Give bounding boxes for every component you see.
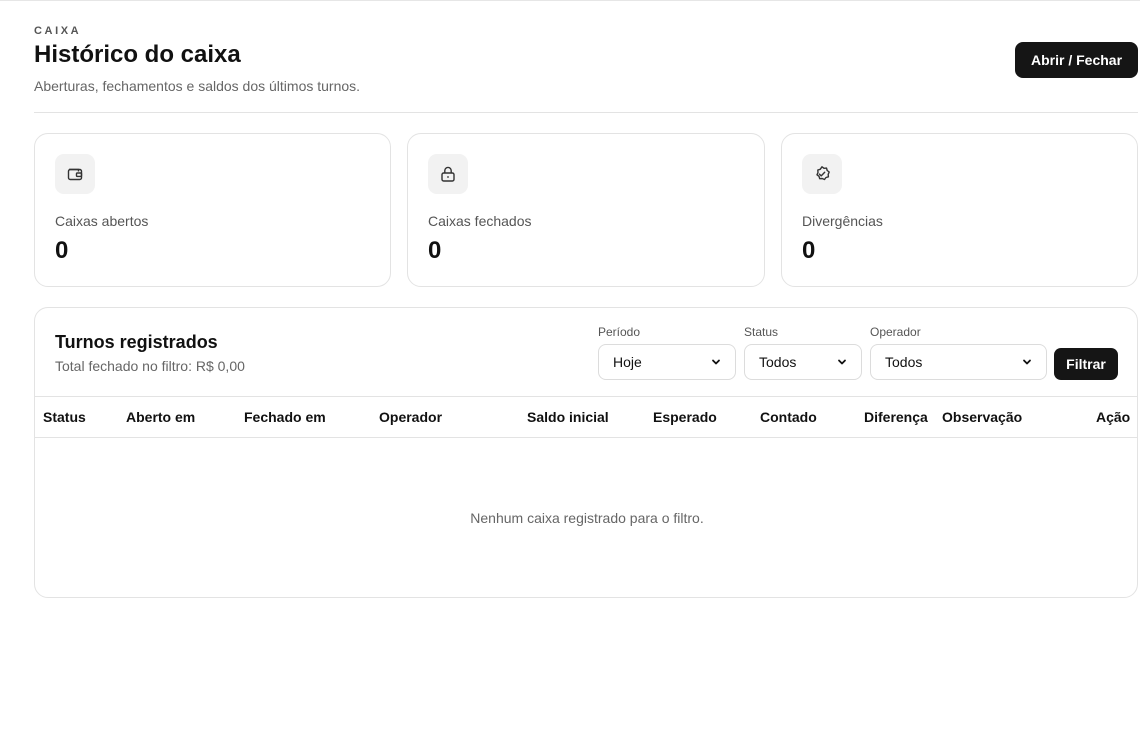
page-title: Histórico do caixa xyxy=(34,41,241,68)
check-badge-icon xyxy=(816,166,830,181)
stat-label: Divergências xyxy=(802,213,883,229)
filter-button[interactable]: Filtrar xyxy=(1054,348,1118,380)
column-header-operator: Operador xyxy=(379,409,443,425)
page-subtitle: Aberturas, fechamentos e saldos dos últi… xyxy=(34,78,361,94)
stat-label: Caixas fechados xyxy=(428,213,532,229)
column-header-status: Status xyxy=(43,409,86,425)
empty-state-message: Nenhum caixa registrado para o filtro. xyxy=(470,510,704,526)
column-header-closed-at: Fechado em xyxy=(244,409,326,425)
stat-icon-container xyxy=(428,154,468,194)
wallet-icon xyxy=(67,168,83,181)
header-divider xyxy=(34,112,1138,113)
stat-card-open: Caixas abertos 0 xyxy=(34,133,391,287)
period-select-value: Hoje xyxy=(613,354,642,370)
stat-icon-container xyxy=(802,154,842,194)
period-select[interactable]: Hoje xyxy=(598,344,736,380)
lock-icon xyxy=(441,166,455,182)
open-close-button[interactable]: Abrir / Fechar xyxy=(1015,42,1138,78)
operator-filter-label: Operador xyxy=(870,325,921,339)
column-header-expected: Esperado xyxy=(653,409,717,425)
period-filter-label: Período xyxy=(598,325,641,339)
operator-select-value: Todos xyxy=(885,354,923,370)
stat-card-divergences: Divergências 0 xyxy=(781,133,1138,287)
status-select-value: Todos xyxy=(759,354,797,370)
column-header-note: Observação xyxy=(942,409,1023,425)
stat-icon-container xyxy=(55,154,95,194)
chevron-down-icon xyxy=(838,359,846,365)
shifts-panel: Turnos registrados Total fechado no filt… xyxy=(34,307,1138,598)
column-header-initial-balance: Saldo inicial xyxy=(527,409,609,425)
column-header-counted: Contado xyxy=(760,409,817,425)
operator-select[interactable]: Todos xyxy=(870,344,1047,380)
section-eyebrow: CAIXA xyxy=(34,25,82,37)
status-filter-label: Status xyxy=(744,325,779,339)
chevron-down-icon xyxy=(712,359,720,365)
stat-card-closed: Caixas fechados 0 xyxy=(407,133,765,287)
chevron-down-icon xyxy=(1023,359,1031,365)
stat-value: 0 xyxy=(55,237,69,264)
stat-value: 0 xyxy=(428,237,442,264)
stat-label: Caixas abertos xyxy=(55,213,149,229)
panel-subtitle: Total fechado no filtro: R$ 0,00 xyxy=(55,358,245,374)
panel-title: Turnos registrados xyxy=(55,332,218,352)
table-header: Status Aberto em Fechado em Operador Sal… xyxy=(35,396,1137,438)
column-header-difference: Diferença xyxy=(864,409,928,425)
column-header-action: Ação xyxy=(1096,409,1131,425)
status-select[interactable]: Todos xyxy=(744,344,862,380)
stat-value: 0 xyxy=(802,237,816,264)
column-header-opened-at: Aberto em xyxy=(126,409,196,425)
